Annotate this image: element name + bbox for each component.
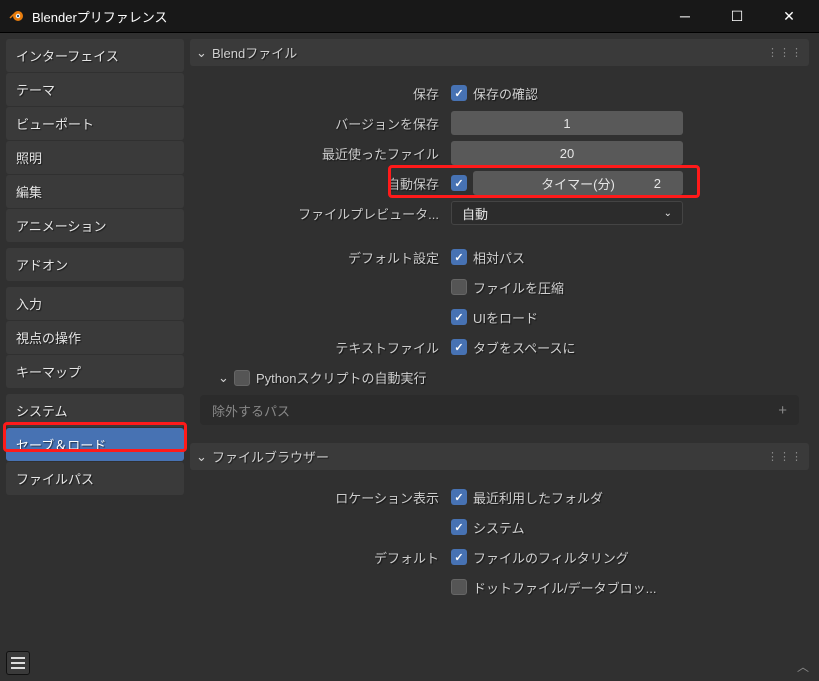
checkbox-system[interactable]: ✓ bbox=[451, 519, 467, 535]
checkbox-loadui[interactable]: ✓ bbox=[451, 309, 467, 325]
input-recent[interactable]: 20 bbox=[451, 141, 683, 165]
chevron-down-icon: ⌄ bbox=[218, 370, 228, 386]
panel-header-blend[interactable]: ⌄ Blendファイル ⋮⋮⋮ bbox=[190, 39, 809, 66]
label-defaults: デフォルト設定 bbox=[200, 248, 445, 267]
text-filter: ファイルのフィルタリング bbox=[473, 548, 629, 567]
checkbox-python-autoexec[interactable] bbox=[234, 370, 250, 386]
label-preview: ファイルプレビュータ... bbox=[200, 204, 445, 223]
label-location: ロケーション表示 bbox=[200, 488, 445, 507]
text-compress: ファイルを圧縮 bbox=[473, 278, 564, 297]
nav-theme[interactable]: テーマ bbox=[6, 73, 184, 106]
nav-addons[interactable]: アドオン bbox=[6, 248, 184, 281]
checkbox-dotfiles[interactable] bbox=[451, 579, 467, 595]
minimize-button[interactable]: ─ bbox=[671, 2, 699, 30]
nav-editing[interactable]: 編集 bbox=[6, 175, 184, 208]
grip-icon: ⋮⋮⋮ bbox=[767, 450, 803, 463]
plus-icon[interactable]: + bbox=[778, 402, 787, 419]
nav-filepaths[interactable]: ファイルパス bbox=[6, 462, 184, 495]
text-loadui: UIをロード bbox=[473, 308, 538, 327]
text-relative: 相対パス bbox=[473, 248, 525, 267]
text-recent-folder: 最近利用したフォルダ bbox=[473, 488, 603, 507]
panel-body-blend: 保存 ✓ 保存の確認 バージョンを保存 1 最近使ったファイル 20 自動保存 … bbox=[190, 74, 809, 435]
text-dotfiles: ドットファイル/データブロッ... bbox=[473, 578, 656, 597]
select-preview[interactable]: 自動 ⌄ bbox=[451, 201, 683, 225]
close-button[interactable]: ✕ bbox=[775, 2, 803, 30]
highlight-autosave bbox=[388, 165, 700, 198]
sidebar: インターフェイス テーマ ビューポート 照明 編集 アニメーション アドオン 入… bbox=[0, 33, 190, 681]
grip-icon: ⋮⋮⋮ bbox=[767, 46, 803, 59]
text-save-confirm: 保存の確認 bbox=[473, 84, 538, 103]
label-versions: バージョンを保存 bbox=[200, 114, 445, 133]
window-title: Blenderプリファレンス bbox=[32, 7, 671, 26]
checkbox-tabs[interactable]: ✓ bbox=[451, 339, 467, 355]
back-to-top-icon[interactable]: ︿ bbox=[797, 658, 809, 675]
hamburger-menu-button[interactable] bbox=[6, 651, 30, 675]
checkbox-compress[interactable] bbox=[451, 279, 467, 295]
chevron-down-icon: ⌄ bbox=[664, 208, 672, 219]
panel-body-browser: ロケーション表示 ✓ 最近利用したフォルダ ✓ システム デフォルト ✓ ファイ… bbox=[190, 478, 809, 610]
text-tabs: タブをスペースに bbox=[473, 338, 575, 357]
text-system: システム bbox=[473, 518, 525, 537]
label-recent: 最近使ったファイル bbox=[200, 144, 445, 163]
input-versions[interactable]: 1 bbox=[451, 111, 683, 135]
checkbox-relative[interactable]: ✓ bbox=[451, 249, 467, 265]
label-save: 保存 bbox=[200, 84, 445, 103]
nav-navigation[interactable]: 視点の操作 bbox=[6, 321, 184, 354]
nav-input[interactable]: 入力 bbox=[6, 287, 184, 320]
label-textfile: テキストファイル bbox=[200, 338, 445, 357]
checkbox-save-confirm[interactable]: ✓ bbox=[451, 85, 467, 101]
highlight-save-load bbox=[3, 422, 187, 452]
checkbox-filter[interactable]: ✓ bbox=[451, 549, 467, 565]
maximize-button[interactable]: ☐ bbox=[723, 2, 751, 30]
exclude-path-field[interactable]: 除外するパス + bbox=[200, 395, 799, 425]
chevron-down-icon: ⌄ bbox=[196, 45, 206, 61]
nav-interface[interactable]: インターフェイス bbox=[6, 39, 184, 72]
nav-viewport[interactable]: ビューポート bbox=[6, 107, 184, 140]
nav-lights[interactable]: 照明 bbox=[6, 141, 184, 174]
panel-header-browser[interactable]: ⌄ ファイルブラウザー ⋮⋮⋮ bbox=[190, 443, 809, 470]
chevron-down-icon: ⌄ bbox=[196, 449, 206, 465]
blender-logo-icon bbox=[8, 8, 24, 24]
nav-animation[interactable]: アニメーション bbox=[6, 209, 184, 242]
label-default: デフォルト bbox=[200, 548, 445, 567]
nav-keymap[interactable]: キーマップ bbox=[6, 355, 184, 388]
checkbox-recent-folder[interactable]: ✓ bbox=[451, 489, 467, 505]
panel-header-python[interactable]: ⌄ Pythonスクリプトの自動実行 bbox=[212, 364, 799, 391]
